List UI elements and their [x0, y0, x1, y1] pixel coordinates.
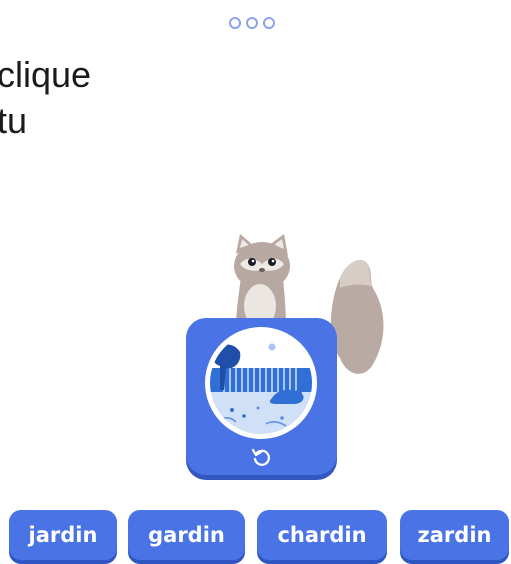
answer-options: jardin gardin chardin zardin: [0, 510, 511, 564]
instruction-line-2: tu: [0, 100, 28, 141]
exercise-screen: clique tu jardin gardin chardin zardin: [0, 0, 511, 564]
option-button-jardin[interactable]: jardin: [9, 510, 117, 560]
option-button-chardin[interactable]: chardin: [257, 510, 387, 560]
progress-dot: [229, 17, 241, 29]
audio-card[interactable]: [186, 318, 337, 475]
instruction-line-1: clique: [0, 54, 92, 95]
option-button-zardin[interactable]: zardin: [400, 510, 509, 560]
progress-dot: [246, 17, 258, 29]
instruction-text: clique tu: [0, 52, 91, 144]
garden-scene-illustration: [205, 327, 317, 439]
progress-indicator: [229, 17, 275, 29]
replay-icon[interactable]: [250, 446, 272, 468]
garden-scene-icon: [210, 332, 312, 434]
option-button-gardin[interactable]: gardin: [128, 510, 245, 560]
progress-dot: [263, 17, 275, 29]
